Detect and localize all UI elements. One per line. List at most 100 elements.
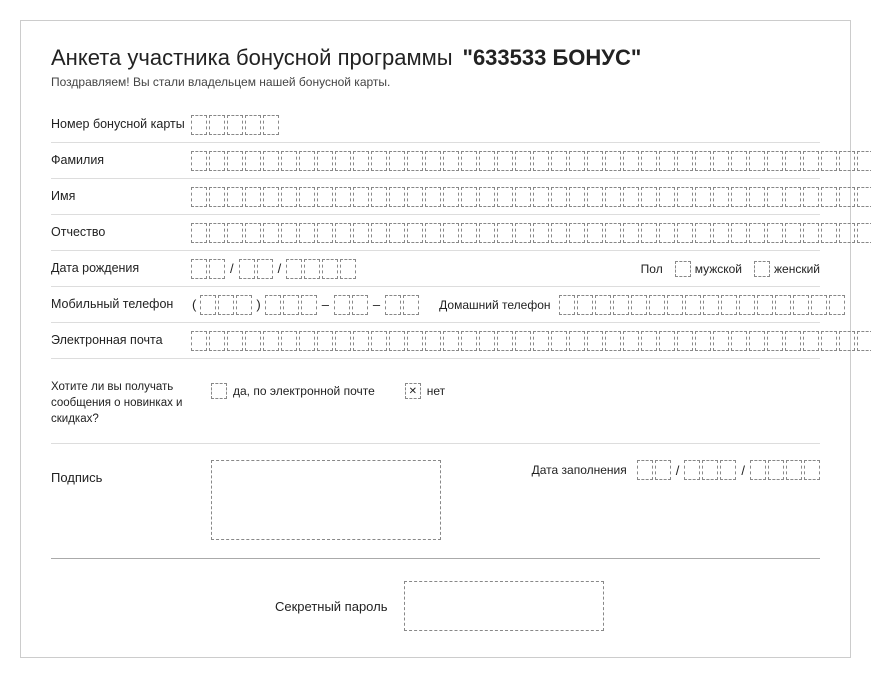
last-name-boxes-char-24[interactable]	[605, 151, 621, 171]
last-name-boxes-char-27[interactable]	[659, 151, 675, 171]
home-phone-boxes-char-1[interactable]	[559, 295, 575, 315]
last-name-boxes-char-17[interactable]	[479, 151, 495, 171]
fill-month-boxes[interactable]	[684, 460, 736, 480]
email-boxes-char-5[interactable]	[263, 331, 279, 351]
patronymic-boxes-char-2[interactable]	[209, 223, 225, 243]
patronymic-boxes-char-18[interactable]	[497, 223, 513, 243]
patronymic-boxes-char-23[interactable]	[587, 223, 603, 243]
patronymic-boxes-char-29[interactable]	[695, 223, 711, 243]
home-phone-boxes-char-10[interactable]	[721, 295, 737, 315]
notice-no-option[interactable]: нет	[405, 383, 445, 399]
bonus-char-1[interactable]	[191, 115, 207, 135]
first-name-boxes-char-24[interactable]	[605, 187, 621, 207]
first-name-boxes-char-1[interactable]	[191, 187, 207, 207]
email-boxes-char-35[interactable]	[803, 331, 819, 351]
patronymic-boxes-char-4[interactable]	[245, 223, 261, 243]
mobile-part2[interactable]	[334, 295, 368, 315]
last-name-boxes-char-28[interactable]	[677, 151, 693, 171]
last-name-boxes-char-2[interactable]	[209, 151, 225, 171]
patronymic-boxes-char-13[interactable]	[407, 223, 423, 243]
patronymic-boxes-char-31[interactable]	[731, 223, 747, 243]
last-name-boxes-char-4[interactable]	[245, 151, 261, 171]
first-name-boxes-char-38[interactable]	[857, 187, 871, 207]
gender-female-option[interactable]: женский	[754, 261, 820, 277]
first-name-boxes-char-30[interactable]	[713, 187, 729, 207]
last-name-boxes-char-21[interactable]	[551, 151, 567, 171]
last-name-boxes-char-15[interactable]	[443, 151, 459, 171]
first-name-boxes-char-25[interactable]	[623, 187, 639, 207]
first-name-boxes-char-3[interactable]	[227, 187, 243, 207]
last-name-boxes-char-8[interactable]	[317, 151, 333, 171]
first-name-boxes-char-27[interactable]	[659, 187, 675, 207]
home-phone-boxes-char-8[interactable]	[685, 295, 701, 315]
patronymic-boxes-char-8[interactable]	[317, 223, 333, 243]
patronymic-boxes-char-26[interactable]	[641, 223, 657, 243]
first-name-boxes-char-21[interactable]	[551, 187, 567, 207]
first-name-boxes-char-29[interactable]	[695, 187, 711, 207]
first-name-boxes-char-36[interactable]	[821, 187, 837, 207]
first-name-boxes-char-33[interactable]	[767, 187, 783, 207]
email-boxes-char-15[interactable]	[443, 331, 459, 351]
email-boxes-char-19[interactable]	[515, 331, 531, 351]
first-name-boxes-char-15[interactable]	[443, 187, 459, 207]
bonus-char-3[interactable]	[227, 115, 243, 135]
last-name-field[interactable]	[191, 151, 871, 171]
first-name-boxes-char-14[interactable]	[425, 187, 441, 207]
first-name-boxes-char-9[interactable]	[335, 187, 351, 207]
email-boxes-char-18[interactable]	[497, 331, 513, 351]
home-phone-boxes-char-12[interactable]	[757, 295, 773, 315]
first-name-boxes-char-34[interactable]	[785, 187, 801, 207]
birth-date-field[interactable]: / /	[191, 259, 356, 279]
last-name-boxes-char-9[interactable]	[335, 151, 351, 171]
patronymic-boxes-char-12[interactable]	[389, 223, 405, 243]
last-name-boxes-char-12[interactable]	[389, 151, 405, 171]
last-name-boxes-char-32[interactable]	[749, 151, 765, 171]
last-name-boxes-char-10[interactable]	[353, 151, 369, 171]
home-phone-boxes-char-3[interactable]	[595, 295, 611, 315]
patronymic-boxes-char-38[interactable]	[857, 223, 871, 243]
first-name-field[interactable]	[191, 187, 871, 207]
home-phone-boxes-char-7[interactable]	[667, 295, 683, 315]
home-phone-boxes-char-2[interactable]	[577, 295, 593, 315]
first-name-boxes-char-11[interactable]	[371, 187, 387, 207]
email-boxes-char-16[interactable]	[461, 331, 477, 351]
mobile-phone-field[interactable]: ( ) – –	[191, 295, 419, 315]
patronymic-boxes-char-14[interactable]	[425, 223, 441, 243]
last-name-boxes-char-23[interactable]	[587, 151, 603, 171]
patronymic-boxes-char-25[interactable]	[623, 223, 639, 243]
email-field[interactable]	[191, 331, 871, 351]
last-name-boxes-char-20[interactable]	[533, 151, 549, 171]
email-boxes-char-23[interactable]	[587, 331, 603, 351]
first-name-boxes-char-8[interactable]	[317, 187, 333, 207]
last-name-boxes-char-22[interactable]	[569, 151, 585, 171]
home-phone-boxes-char-4[interactable]	[613, 295, 629, 315]
first-name-boxes-char-18[interactable]	[497, 187, 513, 207]
email-boxes-char-13[interactable]	[407, 331, 423, 351]
patronymic-boxes-char-3[interactable]	[227, 223, 243, 243]
email-boxes-char-8[interactable]	[317, 331, 333, 351]
gender-female-checkbox[interactable]	[754, 261, 770, 277]
email-boxes-char-11[interactable]	[371, 331, 387, 351]
email-boxes-char-27[interactable]	[659, 331, 675, 351]
patronymic-boxes-char-17[interactable]	[479, 223, 495, 243]
patronymic-boxes-char-5[interactable]	[263, 223, 279, 243]
patronymic-boxes-char-6[interactable]	[281, 223, 297, 243]
first-name-boxes-char-7[interactable]	[299, 187, 315, 207]
fill-day-boxes[interactable]	[637, 460, 671, 480]
first-name-boxes-char-17[interactable]	[479, 187, 495, 207]
birth-year-boxes[interactable]	[286, 259, 356, 279]
patronymic-boxes-char-24[interactable]	[605, 223, 621, 243]
first-name-boxes-char-2[interactable]	[209, 187, 225, 207]
patronymic-boxes-char-16[interactable]	[461, 223, 477, 243]
first-name-boxes-char-16[interactable]	[461, 187, 477, 207]
home-phone-boxes-char-13[interactable]	[775, 295, 791, 315]
mobile-area-code[interactable]	[200, 295, 252, 315]
email-boxes-char-33[interactable]	[767, 331, 783, 351]
last-name-boxes-char-1[interactable]	[191, 151, 207, 171]
email-boxes-char-36[interactable]	[821, 331, 837, 351]
last-name-boxes-char-30[interactable]	[713, 151, 729, 171]
first-name-boxes-char-19[interactable]	[515, 187, 531, 207]
last-name-boxes-char-37[interactable]	[839, 151, 855, 171]
patronymic-boxes-char-36[interactable]	[821, 223, 837, 243]
last-name-boxes-char-31[interactable]	[731, 151, 747, 171]
